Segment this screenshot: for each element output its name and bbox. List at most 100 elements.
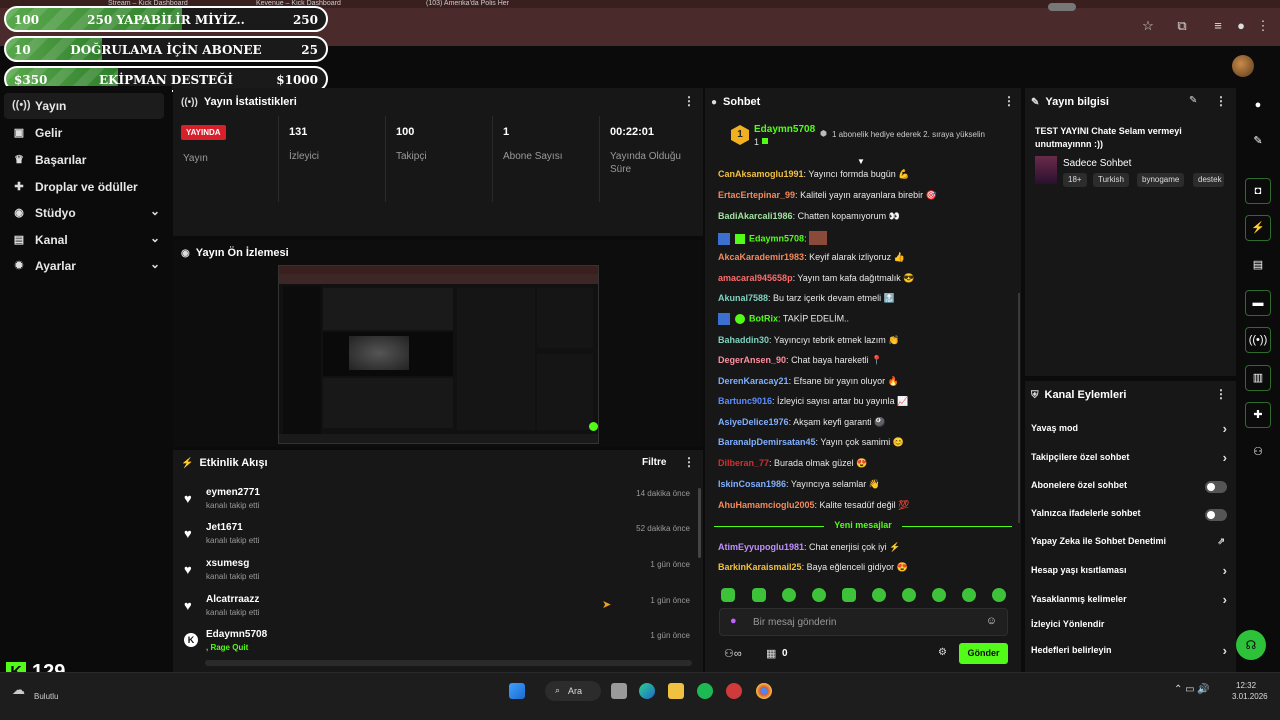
task-view-icon[interactable] [611,683,627,699]
star-icon[interactable]: ☆ [1141,19,1155,33]
emote-icon[interactable] [932,588,946,602]
goal-target: 250 [292,13,318,27]
camera-icon[interactable]: ◘ [1245,178,1271,204]
extensions-icon[interactable]: ⧉ [1175,19,1189,33]
activity-user[interactable]: Jet1671 [206,522,243,533]
emote-icon[interactable] [872,588,886,602]
emotes-only-toggle[interactable] [1205,509,1227,521]
spotify-icon[interactable] [697,683,713,699]
stat-subscribers: 1 Abone Sayısı [492,116,599,202]
activity-user[interactable]: Alcatrraazz [206,594,259,605]
pinned-note: 1 abonelik hediye ederek 2. sıraya yükse… [832,130,985,139]
chat-icon[interactable]: ▬ [1245,290,1271,316]
horizontal-scrollbar[interactable] [205,660,692,666]
scrollbar[interactable] [698,488,701,558]
filter-button[interactable]: Filtre [642,457,666,468]
category-name[interactable]: Sadece Sohbet [1063,158,1131,169]
panel-title: ⛨ Kanal Eylemleri [1031,389,1127,401]
chat-message: AtimEyyupoglu1981: Chat enerjisi çok iyi… [718,542,901,552]
edit-icon[interactable]: ✎ [1245,128,1271,154]
more-icon[interactable]: ⋮ [683,94,695,108]
search-box[interactable]: ⌕ Ara [545,681,601,701]
lightning-icon[interactable]: ⚡ [1245,215,1271,241]
chat-message: Dilberan_77: Burada olmak güzel 😍 [718,458,868,468]
more-icon[interactable]: ⋮ [1003,94,1015,108]
emotes-only-row[interactable]: Yalnızca ifadelerle sohbet [1031,508,1229,530]
sidebar-item-label: Başarılar [35,153,87,167]
goals-row[interactable]: Hedefleri belirleyin › [1031,643,1229,667]
clock-time[interactable]: 12:32 [1236,681,1256,690]
sidebar-item-ayarlar[interactable]: ✹ Ayarlar ⌄ [4,253,164,279]
activity-user[interactable]: xsumesg [206,558,249,569]
browser-tab[interactable]: (103) Amerika'da Polis Her [426,0,536,8]
sidebar-item-kanal[interactable]: ▤ Kanal ⌄ [4,227,164,253]
app-icon[interactable] [726,683,742,699]
start-icon[interactable] [509,683,525,699]
sidebar-item-basarilar[interactable]: ♛ Başarılar [4,147,164,173]
pinned-user[interactable]: Edaymn5708 [754,124,815,135]
activity-item: K Edaymn5708 , Rage Quit 1 gün önce [182,629,694,663]
profile-icon[interactable]: ● [1234,19,1248,33]
emote-icon[interactable] [842,588,856,602]
scroll-thumb[interactable] [1048,3,1076,11]
new-messages-divider[interactable]: Yeni mesajlar [714,520,1012,532]
slow-mode-row[interactable]: Yavaş mod › [1031,421,1229,445]
activity-user[interactable]: Edaymn5708 [206,629,267,640]
chat-settings-icon[interactable]: ⚙ [938,647,947,658]
menu-icon[interactable]: ⋮ [1256,19,1270,33]
heart-icon: ♥ [184,562,192,577]
stat-followers: 100 Takipçi [385,116,492,202]
users-icon[interactable]: ⚇ [1245,439,1271,465]
stat-label: İzleyici [289,151,320,162]
send-button[interactable]: Gönder [959,643,1008,664]
emote-icon[interactable] [962,588,976,602]
banned-words-row[interactable]: Yasaklanmış kelimeler › [1031,592,1229,616]
collapse-icon[interactable]: ▼ [857,157,865,166]
more-icon[interactable]: ⋮ [1215,387,1227,401]
emote-icon[interactable] [812,588,826,602]
account-age-row[interactable]: Hesap yaşı kısıtlaması › [1031,563,1229,587]
edit-icon[interactable]: ✎ [1189,95,1197,106]
sidebar-item-droplar[interactable]: ✚ Droplar ve ödüller [4,174,164,200]
emote-icon[interactable] [902,588,916,602]
emote-icon[interactable] [992,588,1006,602]
host-row[interactable]: İzleyici Yönlendir [1031,619,1229,641]
clipboard-icon[interactable]: ▤ [1245,252,1271,278]
chevron-down-icon: ⌄ [149,204,160,218]
weather-icon[interactable]: ☁ [12,682,25,698]
chat-message: AsiyeDelice1976: Akşam keyfi garanti 🎱 [718,417,886,427]
chat-input[interactable]: ● Bir mesaj gönderin ☺ [719,608,1008,636]
avatar[interactable] [1232,55,1254,77]
emote-icon[interactable] [752,588,766,602]
tray-icons[interactable]: ⌃ ▭ 🔊 [1174,684,1210,695]
sidebar-item-gelir[interactable]: ▣ Gelir [4,120,164,146]
layout-icon[interactable]: ▥ [1245,365,1271,391]
folder-icon[interactable] [668,683,684,699]
chrome-icon[interactable] [756,683,772,699]
clock-date[interactable]: 3.01.2026 [1232,692,1268,701]
ai-moderation-row[interactable]: Yapay Zeka ile Sohbet Denetimi ⇗ [1031,536,1229,558]
sidebar-item-studyo[interactable]: ◉ Stüdyo ⌄ [4,200,164,226]
followers-only-row[interactable]: Takipçilere özel sohbet › [1031,450,1229,474]
category-thumbnail[interactable] [1035,156,1057,184]
emote-icon[interactable] [782,588,796,602]
headset-button[interactable]: ☊ [1236,630,1266,660]
users-icon[interactable]: ⚇∞ [724,647,742,660]
wrench-icon[interactable]: ✚ [1245,402,1271,428]
emote-icon[interactable] [721,588,735,602]
edge-icon[interactable] [639,683,655,699]
stream-status-icon[interactable]: ● [1245,92,1271,118]
activity-user[interactable]: eymen2771 [206,487,260,498]
stream-preview-video[interactable] [278,265,599,444]
chat-scrollbar[interactable] [1018,293,1020,523]
subscribers-only-row[interactable]: Abonelere özel sohbet [1031,480,1229,502]
subscribers-only-toggle[interactable] [1205,481,1227,493]
sidebar-item-yayin[interactable]: ((•)) Yayın [4,93,164,119]
broadcast-icon[interactable]: ((•)) [1245,327,1271,353]
more-icon[interactable]: ⋮ [1215,94,1227,108]
media-icon[interactable]: ≡ [1211,19,1225,33]
more-icon[interactable]: ⋮ [683,455,695,469]
activity-desc: kanalı takip etti [206,572,260,581]
emoji-icon[interactable]: ☺ [986,615,997,627]
microphone-icon[interactable]: ● [730,615,737,627]
